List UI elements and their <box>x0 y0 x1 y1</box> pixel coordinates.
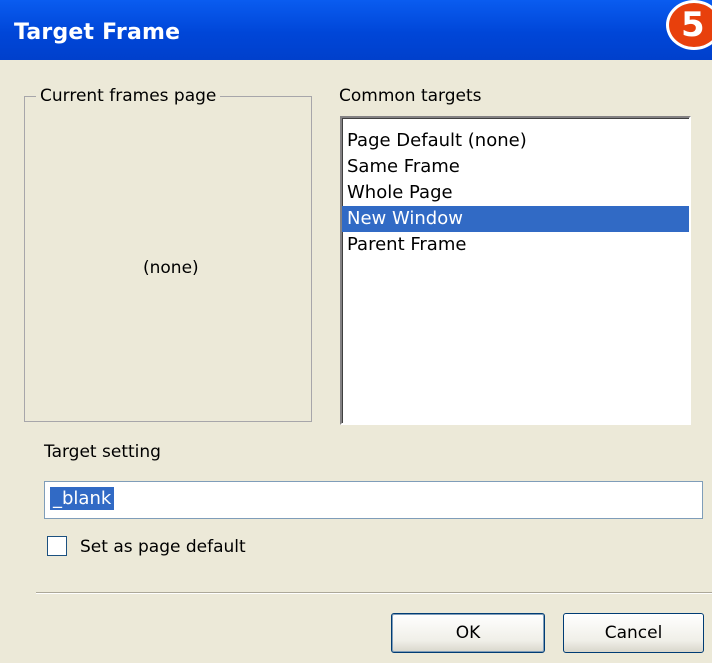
ok-button[interactable]: OK <box>391 613 545 653</box>
list-item-parent-frame[interactable]: Parent Frame <box>342 232 689 258</box>
current-frames-legend: Current frames page <box>36 86 221 106</box>
list-item-page-default[interactable]: Page Default (none) <box>342 128 689 154</box>
current-frames-value: (none) <box>143 258 199 278</box>
list-item-same-frame[interactable]: Same Frame <box>342 154 689 180</box>
target-setting-label: Target setting <box>44 442 161 462</box>
list-item-whole-page[interactable]: Whole Page <box>342 180 689 206</box>
common-targets-list[interactable]: Page Default (none) Same Frame Whole Pag… <box>340 116 691 425</box>
separator <box>36 592 712 594</box>
page-default-label[interactable]: Set as page default <box>80 537 246 557</box>
target-setting-value: _blank <box>50 487 115 510</box>
page-default-checkbox[interactable] <box>47 536 67 556</box>
window-title: Target Frame <box>14 20 181 45</box>
common-targets-label: Common targets <box>339 86 482 106</box>
cancel-button[interactable]: Cancel <box>563 613 704 653</box>
target-setting-input[interactable]: _blank <box>44 481 703 519</box>
list-item-new-window[interactable]: New Window <box>342 206 689 232</box>
title-bar[interactable]: Target Frame <box>0 0 712 60</box>
